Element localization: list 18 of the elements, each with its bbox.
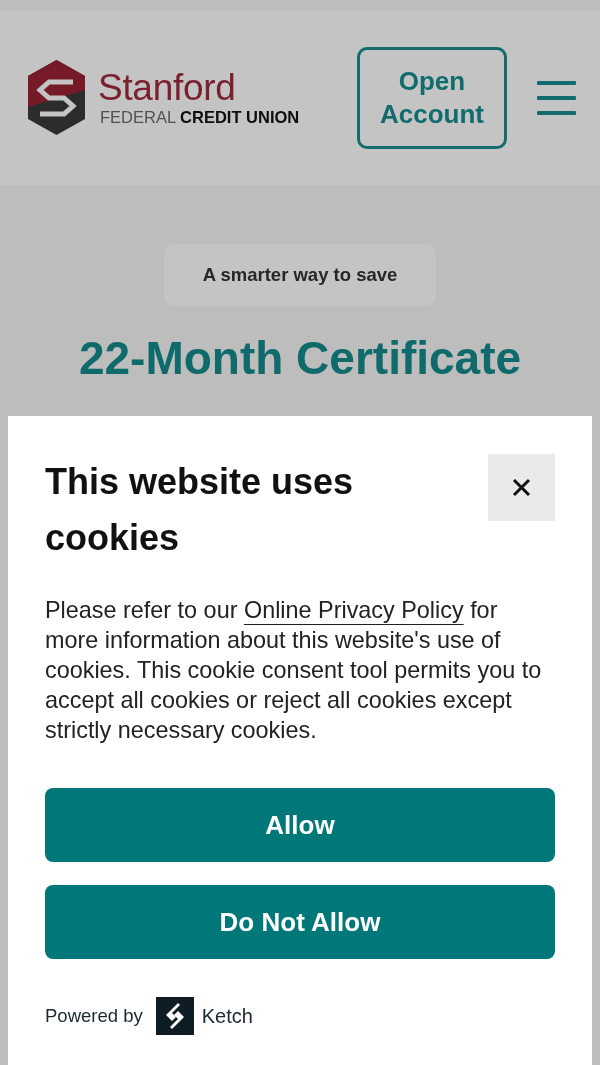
menu-icon (537, 80, 576, 115)
do-not-allow-button[interactable]: Do Not Allow (45, 885, 555, 959)
logo-tagline: FEDERAL CREDIT UNION (100, 106, 300, 127)
ketch-logo-icon (155, 997, 194, 1035)
hero-title: 22-Month Certificate (78, 332, 522, 384)
logo-name: Stanford (98, 68, 237, 107)
close-icon (512, 478, 531, 497)
hexagon-logo-icon (28, 60, 85, 135)
eyebrow-label: A smarter way to save (164, 244, 436, 306)
brand-name: Ketch (201, 1004, 253, 1028)
privacy-policy-link[interactable]: Online Privacy Policy (243, 597, 464, 623)
allow-button[interactable]: Allow (45, 788, 555, 862)
close-button[interactable] (488, 454, 555, 521)
cookie-notice-text: Please refer to our Online Privacy Policy for more information about this website's use of cookies. This cookie consent tool permits you to accept all cookies or reject all cookies except strictly necessary cookies. (45, 596, 543, 745)
powered-by-label: Powered by (45, 1005, 143, 1027)
menu-button[interactable] (537, 80, 576, 115)
open-account-button[interactable]: Open Account (357, 46, 507, 149)
dialog-title: This website uses cookies (45, 460, 355, 560)
